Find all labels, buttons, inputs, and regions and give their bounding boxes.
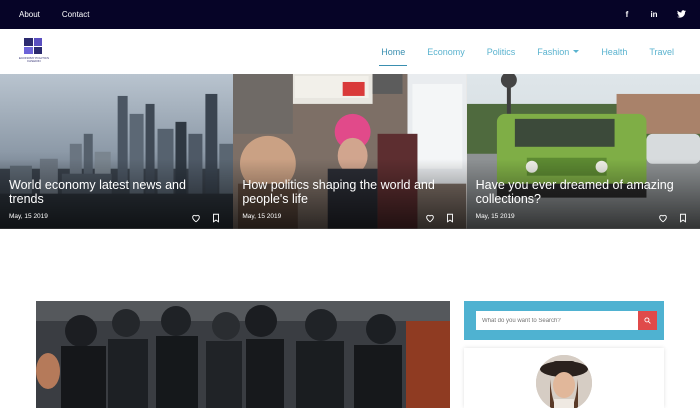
- logo-mark: [24, 38, 42, 54]
- contact-link[interactable]: Contact: [62, 10, 90, 19]
- hero-card-politics[interactable]: How politics shaping the world and peopl…: [233, 74, 467, 229]
- heart-icon[interactable]: [425, 213, 435, 223]
- logo-text: ECONOMY POLITICS FASHION: [19, 56, 49, 63]
- bookmark-icon[interactable]: [211, 213, 221, 223]
- card-actions: [425, 213, 455, 223]
- card-title[interactable]: World economy latest news and trends: [9, 178, 223, 206]
- nav-health[interactable]: Health: [601, 47, 627, 57]
- nav-fashion-label: Fashion: [537, 46, 570, 57]
- facebook-icon[interactable]: f: [622, 10, 632, 19]
- search-widget: [464, 301, 664, 340]
- top-links: About Contact: [19, 10, 89, 19]
- avatar[interactable]: [536, 355, 592, 408]
- main-nav: Home Economy Politics Fashion Health Tra…: [379, 29, 674, 74]
- nav-fashion[interactable]: Fashion: [537, 46, 580, 57]
- top-bar: About Contact f in: [0, 0, 700, 29]
- hero-card-fashion[interactable]: Have you ever dreamed of amazing collect…: [466, 74, 700, 229]
- site-logo[interactable]: ECONOMY POLITICS FASHION: [14, 37, 54, 67]
- nav-politics[interactable]: Politics: [487, 47, 516, 57]
- bookmark-icon[interactable]: [678, 213, 688, 223]
- twitter-icon[interactable]: [676, 9, 686, 20]
- about-link[interactable]: About: [19, 10, 40, 19]
- hero-card-economy[interactable]: World economy latest news and trends May…: [0, 74, 234, 229]
- card-actions: [658, 213, 688, 223]
- nav-home[interactable]: Home: [379, 47, 408, 66]
- search-button[interactable]: [638, 311, 657, 330]
- bookmark-icon[interactable]: [445, 213, 455, 223]
- author-profile-card: [464, 348, 664, 408]
- card-date: May, 15 2019: [9, 213, 48, 220]
- search-icon: [644, 317, 651, 324]
- search-input[interactable]: [476, 311, 638, 330]
- linkedin-icon[interactable]: in: [649, 10, 659, 19]
- card-date: May, 15 2019: [242, 213, 282, 220]
- hero-carousel: World economy latest news and trends May…: [0, 74, 700, 229]
- social-links: f in: [622, 0, 686, 29]
- heart-icon[interactable]: [658, 213, 668, 223]
- nav-economy[interactable]: Economy: [427, 47, 465, 57]
- card-title[interactable]: Have you ever dreamed of amazing collect…: [476, 178, 690, 206]
- featured-post-image[interactable]: [36, 301, 450, 408]
- nav-travel[interactable]: Travel: [649, 47, 674, 57]
- heart-icon[interactable]: [191, 213, 201, 223]
- site-header: ECONOMY POLITICS FASHION Home Economy Po…: [0, 29, 700, 74]
- riot-police-image: [36, 301, 450, 408]
- card-title[interactable]: How politics shaping the world and peopl…: [242, 178, 456, 206]
- card-actions: [191, 213, 221, 223]
- author-photo: [536, 355, 592, 408]
- chevron-down-icon: [573, 50, 580, 53]
- card-date: May, 15 2019: [475, 213, 515, 220]
